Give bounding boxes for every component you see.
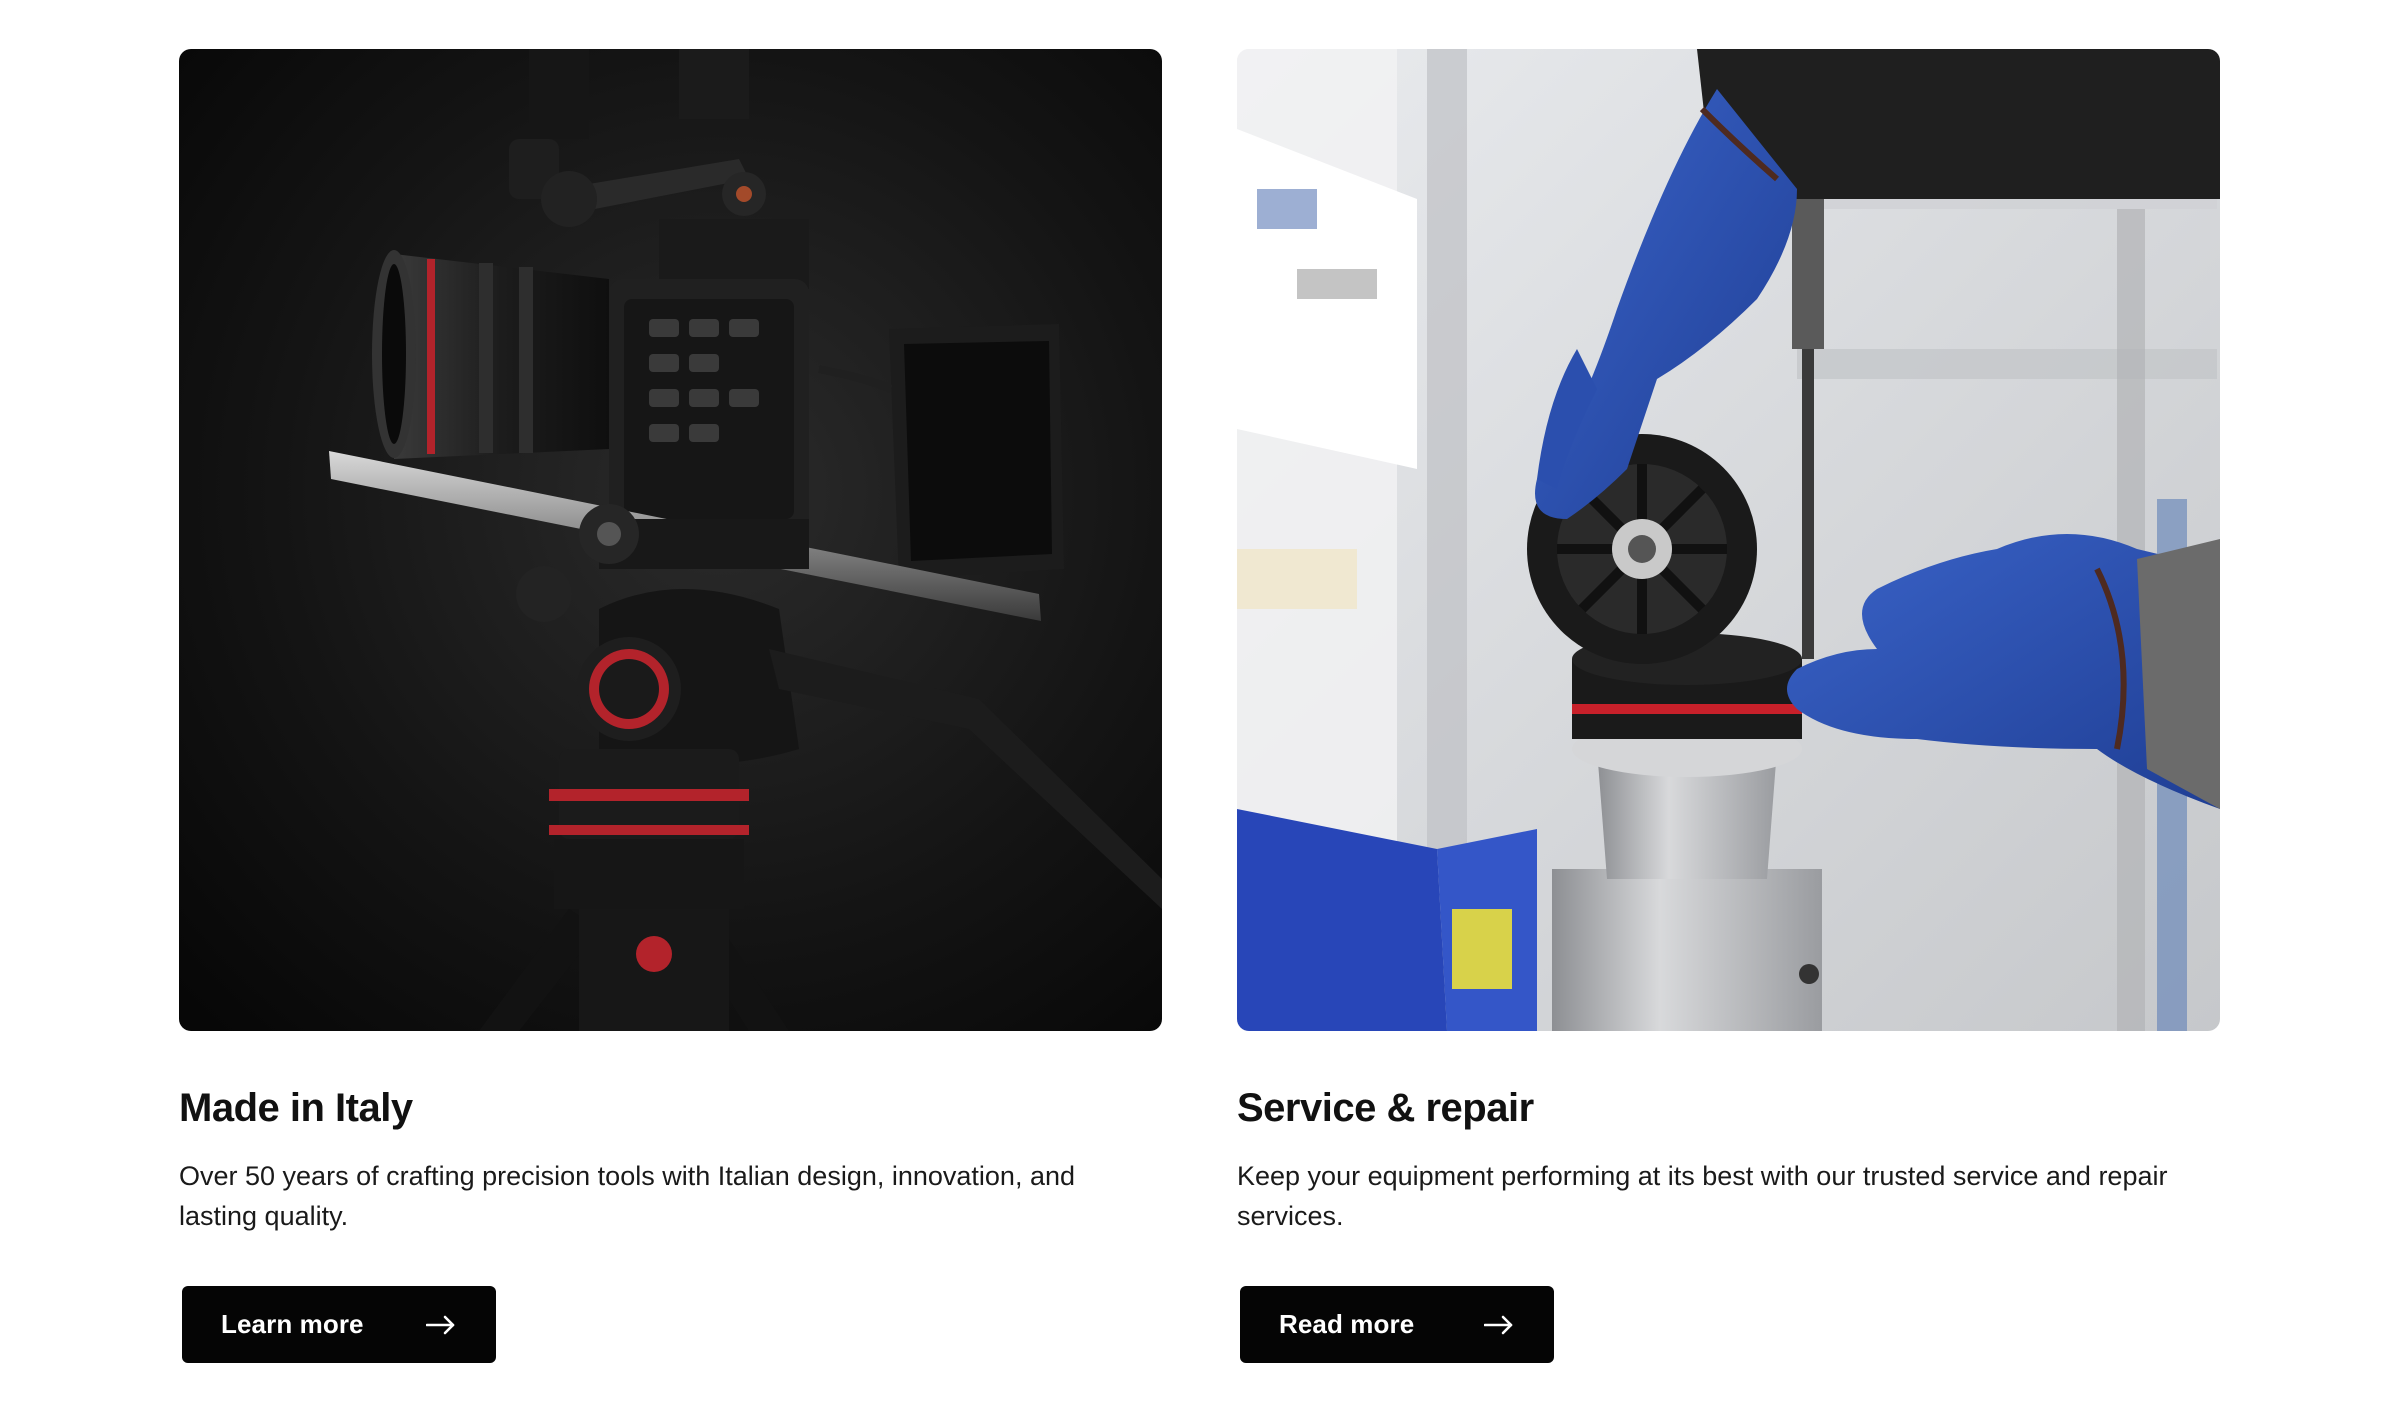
card-title: Made in Italy: [179, 1086, 413, 1130]
card-description: Keep your equipment performing at its be…: [1237, 1161, 2168, 1231]
card-title: Service & repair: [1237, 1086, 1534, 1130]
arrow-right-icon: [1483, 1315, 1514, 1335]
button-label: Read more: [1279, 1309, 1415, 1339]
service-repair-illustration: [1237, 49, 2220, 1031]
camera-rig-illustration: [179, 49, 1162, 1031]
service-repair-image: [1237, 49, 2220, 1031]
card-service-repair: Service & repair Keep your equipment per…: [1237, 49, 2220, 1363]
learn-more-button[interactable]: Learn more: [182, 1286, 496, 1363]
page: Made in Italy Over 50 years of crafting …: [0, 0, 2384, 1408]
camera-rig-image: [179, 49, 1162, 1031]
read-more-button[interactable]: Read more: [1240, 1286, 1554, 1363]
button-label: Learn more: [221, 1309, 364, 1339]
arrow-right-icon: [425, 1315, 456, 1335]
card-made-in-italy: Made in Italy Over 50 years of crafting …: [179, 49, 1162, 1363]
card-description: Over 50 years of crafting precision tool…: [179, 1161, 1075, 1231]
